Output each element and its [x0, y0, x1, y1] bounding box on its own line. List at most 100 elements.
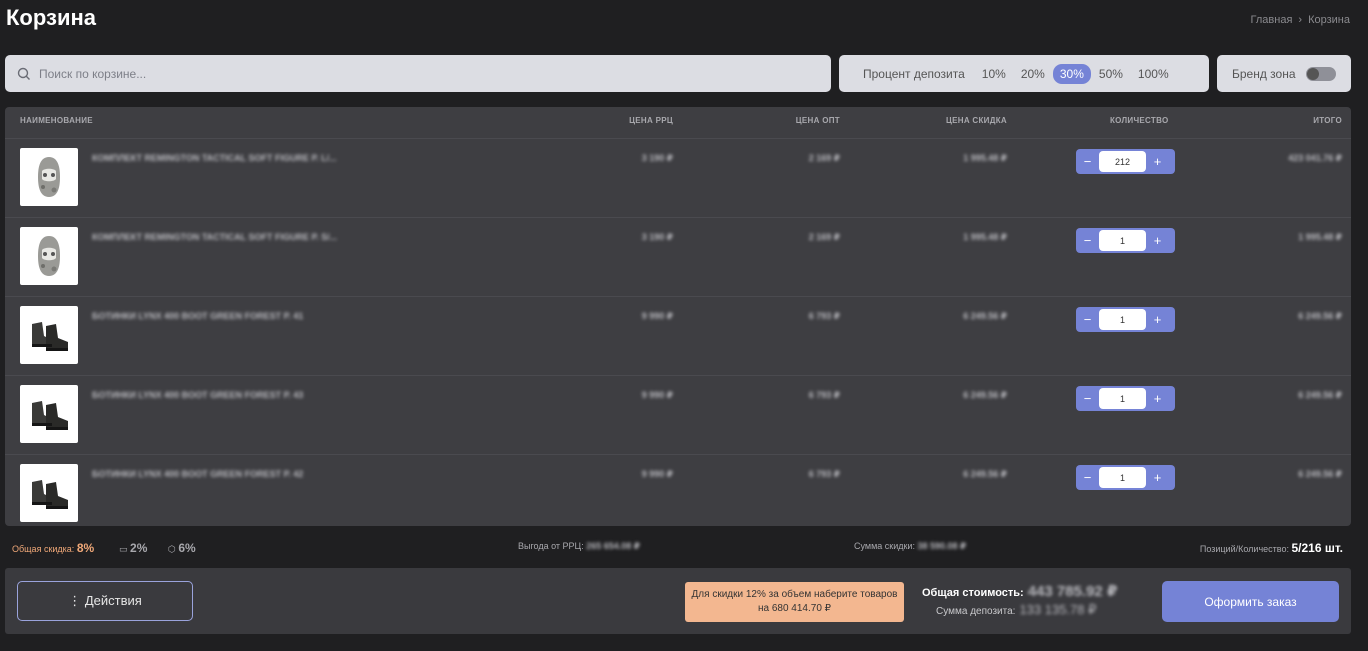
deposit-option-100[interactable]: 100% [1131, 64, 1176, 84]
plus-button[interactable]: + [1146, 391, 1169, 406]
box-discount: ⬡ 6% [168, 541, 196, 555]
price-opt: 2 169 ₽ [808, 153, 840, 163]
product-name[interactable]: КОМПЛЕКТ REMINGTON TACTICAL SOFT FIGURE … [92, 232, 337, 242]
quantity-input[interactable] [1099, 230, 1146, 251]
breadcrumb: Главная › Корзина [1251, 14, 1350, 26]
total-discount-label: Общая скидка: [12, 544, 75, 554]
table-header: НАИМЕНОВАНИЕ ЦЕНА РРЦ ЦЕНА ОПТ ЦЕНА СКИД… [5, 107, 1351, 138]
quantity-input[interactable] [1099, 151, 1146, 172]
plus-button[interactable]: + [1146, 312, 1169, 327]
product-image[interactable] [20, 464, 78, 522]
card-icon: ▭ [119, 544, 128, 554]
positions-label: Позиций/Количество: [1199, 544, 1289, 554]
total-cost: Общая стоимость: 443 785.92 ₽ [922, 582, 1117, 602]
card-discount-value: 2% [130, 541, 148, 555]
row-total: 6 249.56 ₽ [1298, 311, 1342, 321]
checkout-button[interactable]: Оформить заказ [1162, 581, 1339, 622]
col-quantity: КОЛИЧЕСТВО [1110, 116, 1169, 125]
minus-button[interactable]: − [1076, 470, 1099, 485]
quantity-stepper: − + [1076, 386, 1175, 411]
cart-footer: ⋮ Действия Для скидки 12% за объем набер… [5, 568, 1351, 634]
price-opt: 6 793 ₽ [808, 469, 840, 479]
row-total: 423 041.76 ₽ [1288, 153, 1342, 163]
page-title: Корзина [6, 5, 96, 30]
deposit-option-50[interactable]: 50% [1092, 64, 1130, 84]
deposit-sum-label: Сумма депозита: [936, 606, 1016, 617]
rrc-benefit: Выгода от РРЦ: 265 654.08 ₽ [518, 541, 640, 552]
col-opt: ЦЕНА ОПТ [795, 116, 840, 125]
product-image[interactable] [20, 227, 78, 285]
discount-sum-value: 38 590.08 ₽ [917, 541, 967, 551]
brand-zone-toggle[interactable] [1305, 66, 1336, 81]
col-rrc: ЦЕНА РРЦ [629, 116, 673, 125]
search-icon [17, 67, 30, 80]
cart-summary: Общая скидка: 8% ▭ 2% ⬡ 6% Выгода от РРЦ… [5, 526, 1351, 568]
rrc-benefit-label: Выгода от РРЦ: [518, 541, 584, 551]
box-discount-value: 6% [178, 541, 196, 555]
brand-zone-label: Бренд зона [1232, 66, 1296, 81]
price-discount: 6 249.56 ₽ [963, 390, 1007, 400]
price-opt: 6 793 ₽ [808, 390, 840, 400]
minus-button[interactable]: − [1076, 391, 1099, 406]
plus-button[interactable]: + [1146, 154, 1169, 169]
positions-count: Позиций/Количество: 5/216 шт. [1200, 541, 1343, 555]
product-name[interactable]: БОТИНКИ LYNX 400 BOOT GREEN FOREST Р. 41 [92, 311, 303, 321]
actions-button[interactable]: ⋮ Действия [17, 581, 193, 621]
row-total: 6 249.56 ₽ [1298, 390, 1342, 400]
quantity-stepper: − + [1076, 465, 1175, 490]
table-row: БОТИНКИ LYNX 400 BOOT GREEN FOREST Р. 41… [5, 296, 1351, 375]
product-image[interactable] [20, 385, 78, 443]
deposit-option-10[interactable]: 10% [975, 64, 1013, 84]
minus-button[interactable]: − [1076, 154, 1099, 169]
row-total: 1 995.48 ₽ [1298, 232, 1342, 242]
total-discount: Общая скидка: 8% [12, 541, 94, 555]
discount-sum: Сумма скидки: 38 590.08 ₽ [854, 541, 966, 552]
total-cost-value: 443 785.92 ₽ [1027, 583, 1118, 600]
product-name[interactable]: БОТИНКИ LYNX 400 BOOT GREEN FOREST Р. 43 [92, 390, 303, 400]
plus-button[interactable]: + [1146, 470, 1169, 485]
breadcrumb-current: Корзина [1308, 14, 1350, 26]
quantity-input[interactable] [1099, 467, 1146, 488]
minus-button[interactable]: − [1076, 312, 1099, 327]
deposit-sum-value: 133 135.78 ₽ [1019, 602, 1097, 617]
table-row: БОТИНКИ LYNX 400 BOOT GREEN FOREST Р. 43… [5, 375, 1351, 454]
cart-table: НАИМЕНОВАНИЕ ЦЕНА РРЦ ЦЕНА ОПТ ЦЕНА СКИД… [5, 107, 1351, 526]
price-discount: 6 249.56 ₽ [963, 469, 1007, 479]
deposit-option-20[interactable]: 20% [1014, 64, 1052, 84]
total-cost-label: Общая стоимость: [922, 587, 1024, 599]
product-image[interactable] [20, 306, 78, 364]
product-image[interactable] [20, 148, 78, 206]
price-discount: 1 995.48 ₽ [963, 153, 1007, 163]
search-input[interactable] [37, 65, 801, 82]
total-discount-value: 8% [76, 541, 95, 555]
boots-icon [32, 401, 68, 430]
balaclava-icon [38, 236, 60, 276]
header: Корзина Главная › Корзина [0, 0, 1368, 50]
quantity-stepper: − + [1076, 307, 1175, 332]
price-discount: 1 995.48 ₽ [963, 232, 1007, 242]
product-name[interactable]: БОТИНКИ LYNX 400 BOOT GREEN FOREST Р. 42 [92, 469, 303, 479]
quantity-input[interactable] [1099, 309, 1146, 330]
col-name: НАИМЕНОВАНИЕ [20, 116, 93, 125]
deposit-option-30[interactable]: 30% [1052, 63, 1091, 84]
breadcrumb-home[interactable]: Главная [1251, 14, 1293, 26]
col-total: ИТОГО [1313, 116, 1342, 125]
price-opt: 6 793 ₽ [808, 311, 840, 321]
breadcrumb-chevron-icon: › [1298, 14, 1303, 26]
table-row: КОМПЛЕКТ REMINGTON TACTICAL SOFT FIGURE … [5, 138, 1351, 217]
boots-icon [32, 322, 68, 351]
boots-icon [32, 480, 68, 509]
product-name[interactable]: КОМПЛЕКТ REMINGTON TACTICAL SOFT FIGURE … [92, 153, 337, 163]
quantity-input[interactable] [1099, 388, 1146, 409]
positions-value: 5/216 шт. [1291, 541, 1343, 555]
brand-zone: Бренд зона [1217, 55, 1351, 92]
col-discount: ЦЕНА СКИДКА [945, 116, 1007, 125]
volume-discount-hint: Для скидки 12% за объем наберите товаров… [685, 582, 904, 622]
search-bar[interactable] [5, 55, 831, 92]
plus-button[interactable]: + [1146, 233, 1169, 248]
balaclava-icon [38, 157, 60, 197]
minus-button[interactable]: − [1076, 233, 1099, 248]
price-rrc: 9 990 ₽ [641, 469, 673, 479]
price-rrc: 9 990 ₽ [641, 311, 673, 321]
quantity-stepper: − + [1076, 149, 1175, 174]
